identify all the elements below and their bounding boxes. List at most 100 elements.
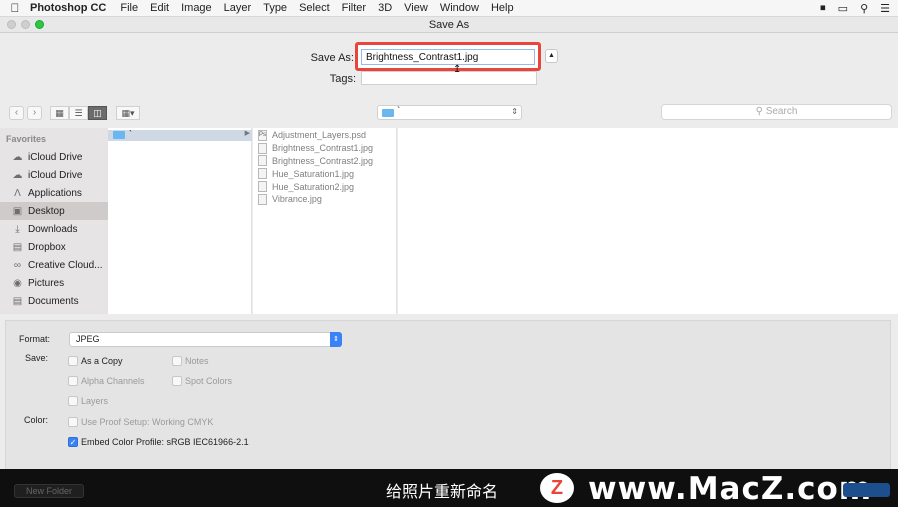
sidebar-item-desktop[interactable]: ▣ Desktop (0, 202, 108, 220)
folder-icon (382, 109, 394, 117)
browser-column-3 (398, 128, 898, 314)
file-row[interactable]: Brightness_Contrast2.jpg (253, 155, 396, 168)
menu-select[interactable]: Select (299, 2, 330, 14)
menu-filter[interactable]: Filter (342, 2, 366, 14)
menu-type[interactable]: Type (263, 2, 287, 14)
menu-bar:  Photoshop CC File Edit Image Layer Typ… (0, 0, 898, 17)
list-menu-icon[interactable]: ☰ (880, 2, 890, 15)
text-cursor-icon: ↥ (453, 64, 462, 75)
menu-3d[interactable]: 3D (378, 2, 392, 14)
sidebar-item-label: Downloads (28, 223, 78, 235)
sidebar-item-label: Documents (28, 295, 79, 307)
sidebar-item-icloud-drive[interactable]: ☁ iCloud Drive (0, 148, 108, 166)
window-title: Save As (428, 19, 470, 31)
sidebar-item-label: Creative Cloud... (28, 259, 103, 271)
save-label: Save: (24, 353, 48, 363)
cloud-icon: ☁ (12, 151, 23, 163)
embed-color-profile-label: Embed Color Profile: sRGB IEC61966-2.1 (81, 437, 249, 447)
window-controls (7, 20, 44, 29)
folder-row-selected[interactable]: ` ▶ (108, 129, 252, 141)
layers-label: Layers (81, 396, 109, 406)
menu-edit[interactable]: Edit (150, 2, 169, 14)
menu-view[interactable]: View (404, 2, 428, 14)
sidebar-item-dropbox[interactable]: ▤ Dropbox (0, 238, 108, 256)
checkbox-box (68, 356, 78, 366)
gallery-view-button[interactable]: ▦▾ (116, 106, 140, 120)
menu-help[interactable]: Help (491, 2, 514, 14)
file-row[interactable]: Ps Adjustment_Layers.psd (253, 129, 396, 142)
caption-subtitle: 给照片重新命名 (386, 482, 499, 501)
new-folder-button[interactable]: New Folder (14, 484, 84, 498)
download-icon: ⤓ (15, 223, 20, 235)
search-icon[interactable]: ⚲ (860, 2, 868, 15)
macz-logo-icon: Z (540, 473, 574, 503)
spot-colors-checkbox[interactable]: Spot Colors (172, 376, 232, 386)
browser-column-2: Ps Adjustment_Layers.psd Brightness_Contra… (253, 128, 397, 314)
menu-file[interactable]: File (120, 2, 138, 14)
folder-name: ` (129, 129, 132, 139)
sidebar-item-creative-cloud[interactable]: ∞ Creative Cloud... (0, 256, 108, 274)
airplay-icon[interactable]: ▭ (838, 2, 848, 15)
sidebar-item-downloads[interactable]: ⤓ Downloads (0, 220, 108, 238)
location-text: ` (397, 106, 401, 117)
use-proof-setup-label: Use Proof Setup: Working CMYK (81, 417, 214, 427)
tags-input[interactable] (361, 71, 537, 85)
checkbox-box (172, 376, 182, 386)
file-icon (258, 155, 267, 167)
search-placeholder: Search (765, 106, 798, 117)
as-a-copy-label: As a Copy (81, 356, 123, 366)
forward-button[interactable]: › (27, 106, 42, 120)
file-row[interactable]: Brightness_Contrast1.jpg (253, 142, 396, 155)
file-icon (258, 181, 267, 193)
folder-icon (113, 131, 125, 139)
file-row[interactable]: Hue_Saturation1.jpg (253, 167, 396, 180)
menu-image[interactable]: Image (181, 2, 212, 14)
sidebar-item-label: iCloud Drive (28, 169, 83, 181)
browser-toolbar: ‹ › ▦ ☰ ◫ ▦▾ ` ⇕ ⚲ Search (0, 100, 898, 126)
notes-label: Notes (185, 356, 209, 366)
file-name: Adjustment_Layers.psd (272, 130, 367, 141)
checkbox-box (68, 376, 78, 386)
column-view-button[interactable]: ◫ (88, 106, 107, 120)
screen-record-icon[interactable]: ⏹ (820, 2, 826, 15)
list-view-button[interactable]: ☰ (69, 106, 88, 120)
sidebar-item-pictures[interactable]: ◉ Pictures (0, 274, 108, 292)
icon-view-button[interactable]: ▦ (50, 106, 69, 120)
menu-app-name[interactable]: Photoshop CC (30, 2, 106, 14)
chevron-updown-icon: ⇕ (511, 107, 518, 116)
filename-highlight-box (355, 42, 541, 71)
filename-input[interactable] (361, 49, 535, 65)
file-row[interactable]: Hue_Saturation2.jpg (253, 180, 396, 193)
embed-color-profile-checkbox[interactable]: ✓ Embed Color Profile: sRGB IEC61966-2.1 (68, 437, 249, 447)
as-a-copy-checkbox[interactable]: As a Copy (68, 356, 123, 366)
menu-layer[interactable]: Layer (224, 2, 252, 14)
menu-window[interactable]: Window (440, 2, 479, 14)
apple-icon[interactable]:  (0, 1, 30, 15)
chevron-updown-icon: ⇕ (330, 332, 342, 347)
sidebar-item-label: Pictures (28, 277, 65, 289)
zoom-window-icon[interactable] (35, 20, 44, 29)
checkmark-icon: ✓ (68, 437, 78, 447)
use-proof-setup-checkbox[interactable]: Use Proof Setup: Working CMYK (68, 417, 213, 427)
close-window-icon[interactable] (7, 20, 16, 29)
alpha-channels-checkbox[interactable]: Alpha Channels (68, 376, 145, 386)
sidebar-item-applications[interactable]: Λ Applications (0, 184, 108, 202)
sidebar-item-icloud-drive-2[interactable]: ☁ iCloud Drive (0, 166, 108, 184)
sidebar-item-documents[interactable]: ▤ Documents (0, 292, 108, 310)
collapse-dialog-button[interactable]: ▲ (545, 49, 558, 63)
search-field[interactable]: ⚲ Search (661, 104, 892, 120)
file-row[interactable]: Vibrance.jpg (253, 193, 396, 206)
save-button[interactable] (843, 483, 890, 497)
back-button[interactable]: ‹ (9, 106, 24, 120)
location-select[interactable]: ` ⇕ (377, 105, 522, 120)
notes-checkbox[interactable]: Notes (172, 356, 209, 366)
menu-status-icons: ⏹ ▭ ⚲ ☰ (820, 0, 890, 17)
browser-column-1: ` ▶ (108, 128, 252, 314)
minimize-window-icon[interactable] (21, 20, 30, 29)
alpha-channels-label: Alpha Channels (81, 376, 145, 386)
sidebar-heading: Favorites (6, 134, 47, 144)
file-icon (258, 142, 267, 154)
creative-cloud-icon: ∞ (13, 259, 22, 271)
layers-checkbox[interactable]: Layers (68, 396, 108, 406)
format-select[interactable]: JPEG ⇕ (69, 332, 342, 347)
